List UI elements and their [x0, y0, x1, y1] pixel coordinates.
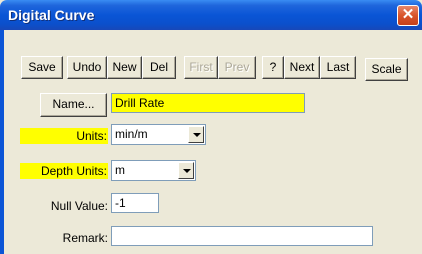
undo-button[interactable]: Undo — [67, 56, 107, 79]
title-bar: Digital Curve ✕ — [0, 0, 422, 30]
chevron-down-icon[interactable] — [188, 126, 204, 143]
close-button[interactable]: ✕ — [397, 5, 419, 26]
depth-units-select[interactable]: m — [111, 160, 196, 181]
delete-button[interactable]: Del — [142, 56, 176, 79]
prev-button[interactable]: Prev — [218, 56, 256, 79]
save-button[interactable]: Save — [21, 56, 63, 79]
remark-label: Remark: — [62, 231, 108, 245]
first-button[interactable]: First — [184, 56, 218, 79]
window-frame-left — [0, 30, 4, 254]
remark-field[interactable] — [111, 226, 373, 246]
window-title: Digital Curve — [8, 7, 95, 23]
help-button[interactable]: ? — [262, 56, 284, 79]
depth-units-value: m — [115, 163, 125, 177]
units-value: min/m — [115, 127, 148, 141]
next-button[interactable]: Next — [284, 56, 320, 79]
null-value-field[interactable]: -1 — [111, 193, 159, 213]
close-icon: ✕ — [401, 6, 415, 23]
scale-button[interactable]: Scale — [365, 58, 408, 81]
new-button[interactable]: New — [107, 56, 142, 79]
chevron-down-icon[interactable] — [178, 162, 194, 179]
units-select[interactable]: min/m — [111, 124, 206, 145]
name-button[interactable]: Name... — [40, 93, 107, 117]
name-field[interactable]: Drill Rate — [111, 93, 305, 113]
depth-units-label: Depth Units: — [20, 163, 108, 179]
null-value-label: Null Value: — [50, 199, 108, 213]
units-label: Units: — [20, 128, 108, 144]
last-button[interactable]: Last — [320, 56, 356, 79]
